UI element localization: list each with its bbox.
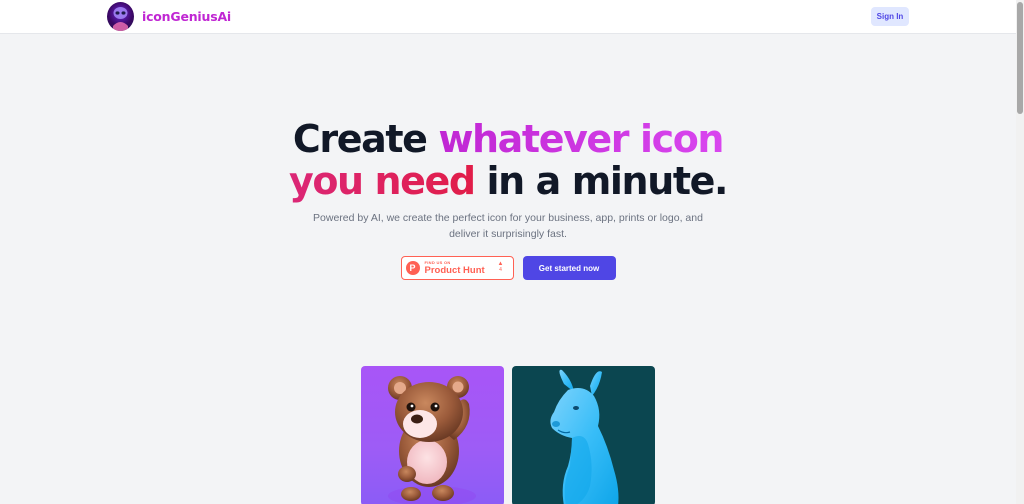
hero-headline: Create whatever icon you need in a minut… <box>0 118 1016 202</box>
hero-section: Create whatever icon you need in a minut… <box>0 118 1016 242</box>
top-navbar: iconGeniusAi Sign In <box>0 0 1016 34</box>
headline-text-1: Create <box>292 117 439 161</box>
product-hunt-text: FIND US ON Product Hunt <box>424 260 485 276</box>
get-started-button[interactable]: Get started now <box>522 256 616 280</box>
cta-row: P FIND US ON Product Hunt ▲ 4 Get starte… <box>0 256 1016 280</box>
headline-highlight-1: whatever icon <box>438 117 724 161</box>
llama-icon <box>550 369 619 504</box>
product-hunt-name: Product Hunt <box>424 264 485 276</box>
headline-highlight-2: you need <box>288 159 476 203</box>
brand-name: iconGeniusAi <box>142 9 232 24</box>
hero-subtitle: Powered by AI, we create the perfect ico… <box>313 212 703 240</box>
sign-in-button[interactable]: Sign In <box>871 7 909 26</box>
brand-logo-icon <box>107 2 134 31</box>
upvote-count: 4 <box>499 267 502 273</box>
scrollbar-thumb[interactable] <box>1017 2 1023 114</box>
headline-text-2: in a minute. <box>474 159 729 203</box>
gallery-card-bear[interactable] <box>361 366 504 504</box>
product-hunt-votes: ▲ 4 <box>498 261 504 273</box>
product-hunt-badge[interactable]: P FIND US ON Product Hunt ▲ 4 <box>400 256 514 280</box>
teddy-bear-icon <box>388 376 476 504</box>
page-scrollbar[interactable] <box>1016 0 1024 504</box>
product-hunt-logo-icon: P <box>405 261 420 275</box>
gallery-card-llama[interactable] <box>512 366 655 504</box>
brand-link[interactable]: iconGeniusAi <box>107 2 231 31</box>
